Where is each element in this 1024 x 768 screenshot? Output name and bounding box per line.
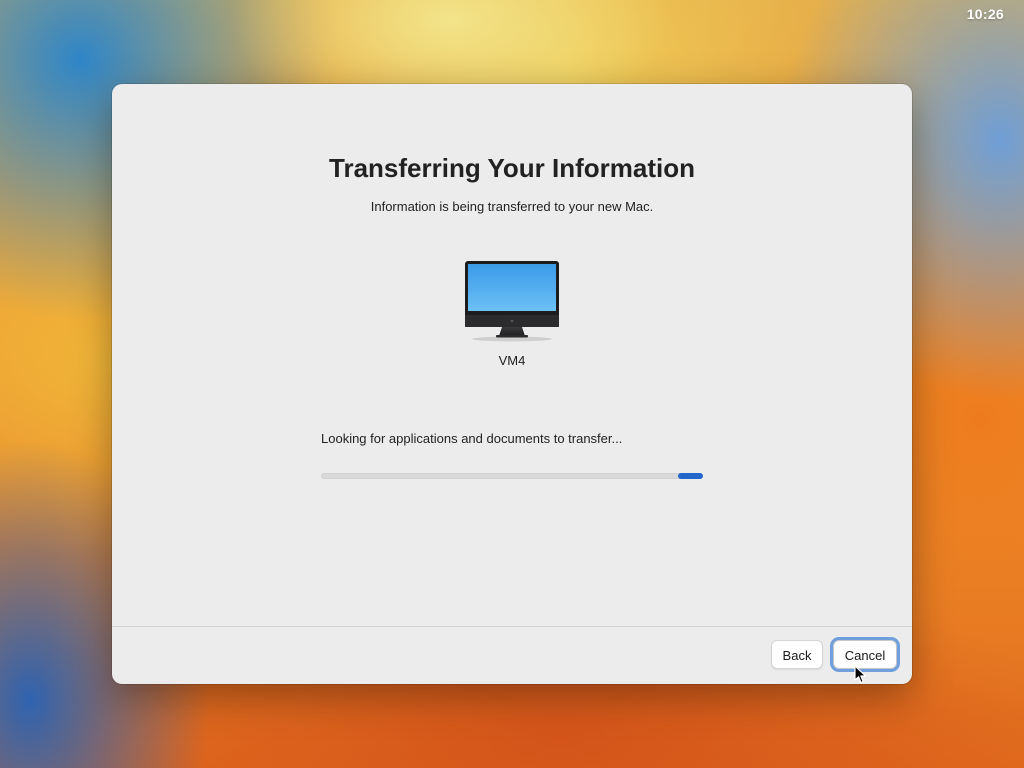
device-name: VM4 — [498, 353, 526, 368]
page-subtitle: Information is being transferred to your… — [370, 199, 654, 214]
page-title: Transferring Your Information — [329, 153, 695, 183]
desktop-background: 10:26 Transferring Your Information Info… — [0, 0, 1024, 768]
migration-assistant-window: Transferring Your Information Informatio… — [112, 84, 912, 684]
imac-icon — [465, 261, 559, 342]
transfer-status: Looking for applications and documents t… — [321, 431, 623, 446]
progress-indicator — [678, 473, 703, 479]
back-button[interactable]: Back — [771, 640, 823, 669]
mouse-pointer-icon — [854, 665, 867, 684]
menubar-clock: 10:26 — [966, 6, 1004, 22]
progress-bar — [321, 473, 703, 479]
footer-divider — [112, 626, 912, 627]
